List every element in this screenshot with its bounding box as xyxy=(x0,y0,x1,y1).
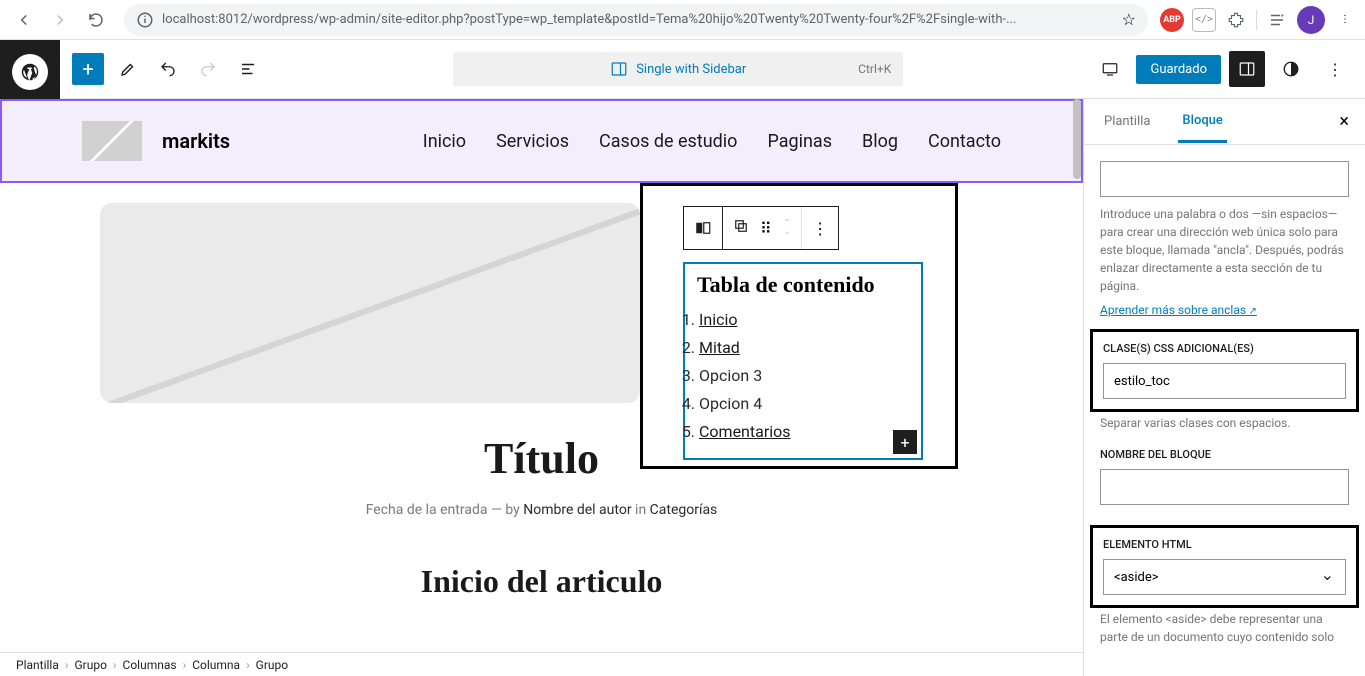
css-class-help: Separar varias clases con espacios. xyxy=(1100,414,1349,432)
extension-icons: ABP </> J ⋮ xyxy=(1160,6,1357,34)
nav-item[interactable]: Paginas xyxy=(767,131,832,152)
document-title: Single with Sidebar xyxy=(636,62,746,77)
block-more-button[interactable]: ⋮ xyxy=(802,207,838,249)
post-date[interactable]: Fecha de la entrada xyxy=(366,502,488,518)
css-class-label: CLASE(S) CSS ADICIONAL(ES) xyxy=(1103,342,1346,355)
site-header-block[interactable]: markits Inicio Servicios Casos de estudi… xyxy=(0,99,1083,183)
toc-item[interactable]: Opcion 3 xyxy=(699,362,909,390)
crumb[interactable]: Columnas xyxy=(123,658,177,672)
html-element-help: El elemento <aside> debe representar una… xyxy=(1100,610,1349,646)
featured-image-placeholder[interactable] xyxy=(100,203,640,403)
undo-button[interactable] xyxy=(152,53,184,85)
toc-item[interactable]: Mitad xyxy=(699,334,909,362)
add-block-inside-button[interactable]: + xyxy=(893,430,917,454)
browser-menu-icon[interactable]: ⋮ xyxy=(1333,8,1357,32)
wordpress-logo[interactable] xyxy=(12,54,48,90)
post-author[interactable]: Nombre del autor xyxy=(523,502,631,518)
forward-button[interactable] xyxy=(44,4,76,36)
section-heading[interactable]: Inicio del articulo xyxy=(100,563,983,600)
crumb[interactable]: Grupo xyxy=(74,658,106,672)
wp-logo-column xyxy=(0,40,60,99)
crumb[interactable]: Grupo xyxy=(256,658,288,672)
command-shortcut: Ctrl+K xyxy=(858,62,891,76)
nav-item[interactable]: Contacto xyxy=(928,131,1001,152)
sidebar-tabs: Plantilla Bloque × xyxy=(1084,99,1365,145)
nav-item[interactable]: Casos de estudio xyxy=(599,131,737,152)
html-element-annotation-box: ELEMENTO HTML xyxy=(1090,525,1359,608)
sidebar-template-icon xyxy=(610,60,628,78)
toc-list: Inicio Mitad Opcion 3 Opcion 4 Comentari… xyxy=(691,306,909,446)
tab-block[interactable]: Bloque xyxy=(1178,101,1226,143)
drag-handle-icon[interactable]: ⠿ xyxy=(760,219,773,238)
settings-sidebar-toggle[interactable] xyxy=(1229,51,1265,87)
toc-heading[interactable]: Tabla de contenido xyxy=(697,272,909,298)
site-logo-placeholder[interactable] xyxy=(82,121,142,161)
blockname-input[interactable] xyxy=(1100,469,1349,505)
profile-avatar[interactable]: J xyxy=(1297,6,1325,34)
nav-item[interactable]: Inicio xyxy=(423,131,466,152)
devtools-icon[interactable]: </> xyxy=(1192,8,1216,32)
list-view-button[interactable] xyxy=(232,53,264,85)
move-arrows[interactable]: ⌃⌄ xyxy=(783,220,791,236)
block-type-button[interactable] xyxy=(683,206,723,250)
block-copy-button[interactable] xyxy=(732,217,750,239)
reload-button[interactable] xyxy=(80,4,112,36)
site-title[interactable]: markits xyxy=(162,129,230,153)
block-breadcrumb: Plantilla› Grupo› Columnas› Columna› Gru… xyxy=(0,652,1083,676)
back-button[interactable] xyxy=(8,4,40,36)
crumb[interactable]: Plantilla xyxy=(16,658,59,672)
add-block-button[interactable]: + xyxy=(72,53,104,85)
anchor-input[interactable] xyxy=(1100,161,1349,197)
css-class-input[interactable] xyxy=(1103,363,1346,399)
nav-item[interactable]: Blog xyxy=(862,131,898,152)
site-navigation: Inicio Servicios Casos de estudio Pagina… xyxy=(423,131,1001,152)
blockname-label: NOMBRE DEL BLOQUE xyxy=(1100,448,1349,461)
abp-icon[interactable]: ABP xyxy=(1160,8,1184,32)
redo-button[interactable] xyxy=(192,53,224,85)
extensions-icon[interactable] xyxy=(1224,8,1248,32)
url-text: localhost:8012/wordpress/wp-admin/site-e… xyxy=(162,12,1114,27)
toc-annotation-box: ⠿ ⌃⌄ ⋮ Tabla de contenido Inicio Mitad O… xyxy=(640,183,958,469)
toc-item[interactable]: Comentarios xyxy=(699,418,909,446)
toc-item[interactable]: Inicio xyxy=(699,306,909,334)
post-meta: Fecha de la entrada — by Nombre del auto… xyxy=(100,502,983,518)
star-icon[interactable]: ☆ xyxy=(1122,10,1136,29)
save-button[interactable]: Guardado xyxy=(1136,55,1221,84)
editor-canvas: markits Inicio Servicios Casos de estudi… xyxy=(0,99,1083,676)
html-element-select[interactable] xyxy=(1103,559,1346,595)
more-options-button[interactable]: ⋮ xyxy=(1317,51,1353,87)
toc-block[interactable]: Tabla de contenido Inicio Mitad Opcion 3… xyxy=(683,262,923,460)
browser-toolbar: localhost:8012/wordpress/wp-admin/site-e… xyxy=(0,0,1365,40)
styles-button[interactable] xyxy=(1273,51,1309,87)
document-title-bar[interactable]: Single with Sidebar Ctrl+K xyxy=(453,52,903,86)
anchor-help-text: Introduce una palabra o dos —sin espacio… xyxy=(1100,205,1349,295)
settings-sidebar: Plantilla Bloque × Introduce una palabra… xyxy=(1083,99,1365,676)
canvas-scrollbar[interactable] xyxy=(1071,99,1083,676)
edit-tool-button[interactable] xyxy=(112,53,144,85)
info-icon xyxy=(136,11,154,29)
css-class-annotation-box: CLASE(S) CSS ADICIONAL(ES) xyxy=(1090,329,1359,412)
toc-item[interactable]: Opcion 4 xyxy=(699,390,909,418)
post-categories[interactable]: Categorías xyxy=(650,502,718,518)
html-element-label: ELEMENTO HTML xyxy=(1103,538,1346,551)
url-bar[interactable]: localhost:8012/wordpress/wp-admin/site-e… xyxy=(124,4,1148,36)
view-button[interactable] xyxy=(1092,51,1128,87)
nav-item[interactable]: Servicios xyxy=(496,131,569,152)
crumb[interactable]: Columna xyxy=(192,658,240,672)
anchor-learn-more-link[interactable]: Aprender más sobre anclas xyxy=(1100,303,1257,317)
tab-template[interactable]: Plantilla xyxy=(1100,102,1154,141)
reading-list-icon[interactable] xyxy=(1265,8,1289,32)
block-toolbar: ⠿ ⌃⌄ ⋮ xyxy=(683,206,839,250)
close-sidebar-button[interactable]: × xyxy=(1339,111,1349,132)
editor-topbar: + Single with Sidebar Ctrl+K Guardado ⋮ xyxy=(60,40,1365,99)
